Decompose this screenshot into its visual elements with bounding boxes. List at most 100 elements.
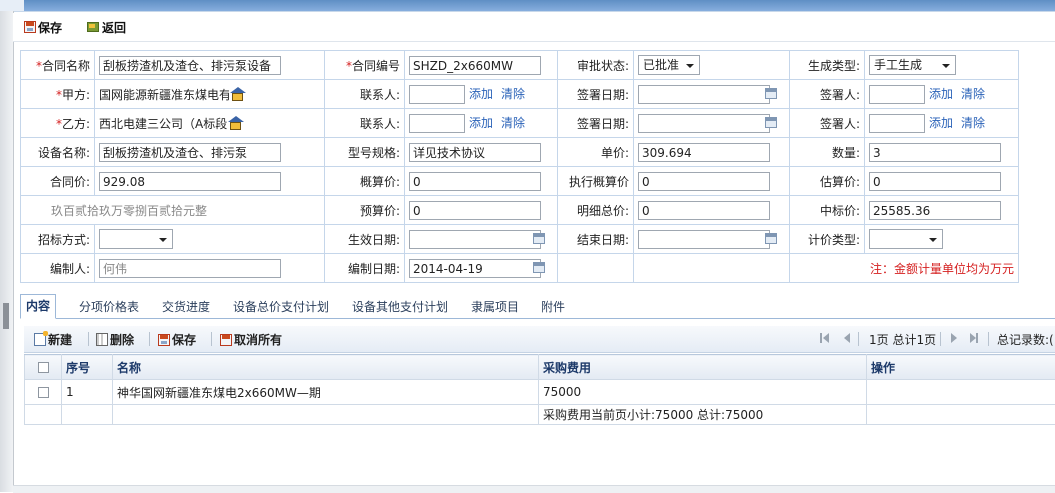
toolbar-divider [211, 332, 212, 346]
table-row[interactable]: 1 神华国网新疆准东煤电2x660MW—期 75000 [25, 380, 1055, 405]
equip-name-input[interactable]: 刮板捞渣机及渣仓、排污泵 [99, 143, 281, 162]
tab-project[interactable]: 隶属项目 [471, 298, 519, 315]
prev-page-icon[interactable] [844, 333, 850, 343]
next-page-icon[interactable] [951, 333, 957, 343]
tab-content[interactable]: 内容 [20, 294, 56, 319]
left-splitter[interactable] [0, 11, 14, 492]
party-b-contact-clear-link[interactable]: 清除 [501, 116, 525, 130]
gen-type-label: 生成类型: [790, 51, 865, 80]
grid-save-button[interactable]: 保存 [158, 331, 196, 348]
grid-save-button-label: 保存 [172, 331, 196, 348]
party-a-signer-add-link[interactable]: 添加 [929, 87, 953, 101]
party-b-sign-date-input[interactable] [638, 114, 770, 133]
bid-price-input[interactable]: 25585.36 [869, 201, 1001, 220]
budget-est-input[interactable]: 0 [409, 172, 541, 191]
row-cost: 75000 [539, 380, 867, 405]
back-button[interactable]: 返回 [86, 18, 126, 36]
unit-price-input[interactable]: 309.694 [638, 143, 770, 162]
model-spec-input[interactable]: 详见技术协议 [409, 143, 541, 162]
select-all-checkbox[interactable] [38, 362, 49, 373]
party-a-label: *甲方: [21, 80, 95, 109]
pricing-type-select[interactable] [869, 229, 943, 249]
toolbar-divider [149, 332, 150, 346]
edit-date-input[interactable]: 2014-04-19 [409, 259, 541, 278]
equip-name-label: 设备名称: [21, 138, 95, 167]
estimate-input[interactable]: 0 [869, 172, 1001, 191]
page-info: 1页 总计1页 [869, 331, 936, 348]
party-a-sign-date-input[interactable] [638, 85, 770, 104]
editor-input[interactable]: 何伟 [99, 259, 281, 278]
calendar-icon[interactable] [765, 233, 777, 244]
party-b-signer-add-link[interactable]: 添加 [929, 116, 953, 130]
party-b-sign-date-label: 签署日期: [558, 109, 634, 138]
total-records: 总记录数:( [997, 331, 1054, 348]
save-icon [24, 21, 36, 33]
summary-row: 采购费用当前页小计:75000 总计:75000 [25, 405, 1055, 425]
contract-no-input[interactable]: SHZD_2x660MW [409, 56, 541, 75]
unit-price-label: 单价: [558, 138, 634, 167]
save-button[interactable]: 保存 [24, 18, 62, 36]
row-checkbox[interactable] [38, 387, 49, 398]
contract-name-input[interactable]: 刮板捞渣机及渣仓、排污泵设备 [99, 56, 281, 75]
party-a-contact-label: 联系人: [325, 80, 405, 109]
party-b-signer-label: 签署人: [790, 109, 865, 138]
contract-name-label: *合同名称 [21, 51, 95, 80]
splitter-handle[interactable] [3, 303, 9, 329]
new-button-label: 新建 [48, 331, 72, 348]
calendar-icon[interactable] [765, 117, 777, 128]
tab-delivery[interactable]: 交货进度 [162, 298, 210, 315]
top-banner [0, 0, 1055, 12]
tab-price-items[interactable]: 分项价格表 [79, 298, 139, 315]
party-a-signer-clear-link[interactable]: 清除 [961, 87, 985, 101]
detail-tabs: 内容 分项价格表 交货进度 设备总价支付计划 设备其他支付计划 隶属项目 附件 [20, 294, 1055, 319]
party-a-picker-icon[interactable] [230, 87, 245, 102]
first-page-icon[interactable] [823, 333, 829, 343]
purchase-grid: 序号 名称 采购费用 操作 1 神华国网新疆准东煤电2x660MW—期 7500… [24, 354, 1055, 425]
party-b-contact-add-link[interactable]: 添加 [469, 116, 493, 130]
bid-price-label: 中标价: [790, 196, 865, 225]
cost-summary: 采购费用当前页小计:75000 总计:75000 [539, 405, 867, 425]
delete-button[interactable]: 删除 [96, 331, 134, 348]
party-a-contact-add-link[interactable]: 添加 [469, 87, 493, 101]
exec-budget-label: 执行概算价 [558, 167, 634, 196]
party-b-picker-icon[interactable] [228, 116, 243, 131]
party-b-contact-input[interactable] [409, 114, 465, 133]
column-header-action: 操作 [867, 355, 1055, 380]
cancel-all-button[interactable]: 取消所有 [220, 331, 282, 348]
detail-total-input[interactable]: 0 [638, 201, 770, 220]
column-header-no: 序号 [62, 355, 113, 380]
tab-other-payment[interactable]: 设备其他支付计划 [352, 298, 448, 315]
party-b-contact-label: 联系人: [325, 109, 405, 138]
toolbar-divider [88, 332, 89, 346]
party-b-label: *乙方: [21, 109, 95, 138]
editor-label: 编制人: [21, 254, 95, 283]
tab-attachment[interactable]: 附件 [541, 298, 565, 315]
forecast-input[interactable]: 0 [409, 201, 541, 220]
party-b-signer-input[interactable] [869, 114, 925, 133]
bid-method-select[interactable] [99, 229, 173, 249]
contract-price-input[interactable]: 929.08 [99, 172, 281, 191]
calendar-icon[interactable] [533, 262, 545, 273]
quantity-input[interactable]: 3 [869, 143, 1001, 162]
approval-status-select[interactable]: 已批准 [638, 55, 700, 75]
exec-budget-input[interactable]: 0 [638, 172, 770, 191]
gen-type-select[interactable]: 手工生成 [869, 55, 956, 75]
effective-date-input[interactable] [409, 230, 541, 249]
new-button[interactable]: 新建 [34, 331, 72, 348]
tab-total-payment[interactable]: 设备总价支付计划 [233, 298, 329, 315]
calendar-icon[interactable] [765, 88, 777, 99]
pager-divider [988, 332, 989, 346]
calendar-icon[interactable] [533, 233, 545, 244]
party-a-signer-label: 签署人: [790, 80, 865, 109]
end-date-input[interactable] [638, 230, 770, 249]
contract-form: *合同名称 刮板捞渣机及渣仓、排污泵设备 *合同编号 SHZD_2x660MW … [20, 50, 1019, 283]
delete-button-label: 删除 [110, 331, 134, 348]
trash-icon [96, 333, 108, 346]
cancel-icon [220, 334, 232, 346]
party-a-contact-input[interactable] [409, 85, 465, 104]
party-a-contact-clear-link[interactable]: 清除 [501, 87, 525, 101]
party-b-signer-clear-link[interactable]: 清除 [961, 116, 985, 130]
party-a-signer-input[interactable] [869, 85, 925, 104]
end-date-label: 结束日期: [558, 225, 634, 254]
amount-in-words: 玖百贰拾玖万零捌百贰拾元整 [21, 196, 325, 225]
